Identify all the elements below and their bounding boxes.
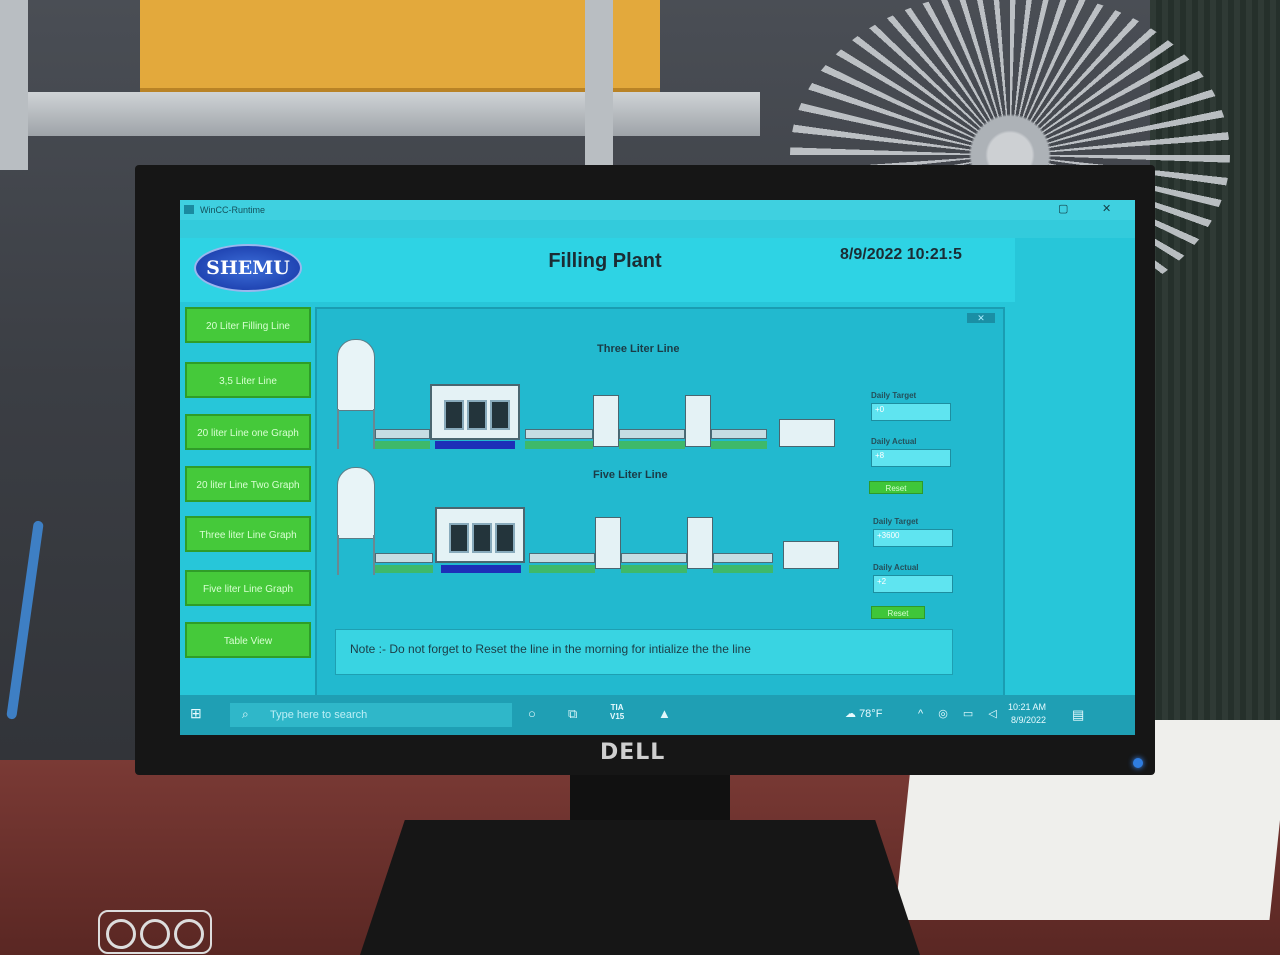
three-daily-actual-label: Daily Actual <box>871 437 917 446</box>
shelf-post <box>585 0 613 170</box>
power-led-icon[interactable] <box>1133 758 1143 768</box>
three-liter-line-title: Three Liter Line <box>597 343 680 355</box>
conveyor <box>375 553 433 563</box>
monitor-logo: DELL <box>600 740 666 765</box>
conveyor <box>375 429 430 439</box>
capping-machine <box>685 395 711 447</box>
conveyor <box>529 553 595 563</box>
shelf <box>0 92 760 136</box>
filling-machine-base <box>435 441 515 449</box>
brand-logo: SHEMU <box>194 244 302 292</box>
window-titlebar: WinCC-Runtime ▢ ✕ <box>180 200 1135 221</box>
menu-strip <box>180 220 1135 238</box>
conveyor <box>621 553 687 563</box>
conveyor <box>711 429 767 439</box>
weather-temp: 78°F <box>859 708 883 720</box>
taskbar-clock[interactable]: 10:21 AM 8/9/2022 <box>1008 701 1046 727</box>
close-button[interactable]: ✕ <box>1102 202 1111 215</box>
panel-close-button[interactable]: ✕ <box>967 313 995 323</box>
app-icon <box>184 205 194 214</box>
filling-machine <box>430 384 520 440</box>
conveyor-base <box>375 441 430 449</box>
five-reset-button[interactable]: Reset <box>871 606 925 619</box>
wincc-icon[interactable]: ▲ <box>658 706 671 721</box>
three-daily-actual-field[interactable]: +8 <box>871 449 951 467</box>
capping-machine <box>593 395 619 447</box>
taskbar: ⊞ Type here to search ⌕ ○ ⧉ TIA V15 ▲ ☁ … <box>180 695 1135 735</box>
clock-date: 8/9/2022 <box>1010 715 1047 725</box>
tia-portal-icon[interactable]: TIA V15 <box>610 703 624 721</box>
tia-version-label: V15 <box>610 712 625 721</box>
five-liter-line-title: Five Liter Line <box>593 469 668 481</box>
conveyor-base <box>529 565 595 573</box>
nav-20-liter-line-two-graph[interactable]: 20 liter Line Two Graph <box>185 466 311 502</box>
monitor-stand-base <box>360 820 920 955</box>
nav-three-liter-line-graph[interactable]: Three liter Line Graph <box>185 516 311 552</box>
clock-time: 10:21 AM <box>1008 702 1047 712</box>
nav-3-5-liter-line[interactable]: 3,5 Liter Line <box>185 362 311 398</box>
conveyor-base <box>619 441 685 449</box>
three-reset-button[interactable]: Reset <box>869 481 923 494</box>
cortana-icon[interactable]: ○ <box>528 706 536 721</box>
line-overview-panel: ✕ Three Liter Line Daily Target +0 Daily… <box>315 307 1005 697</box>
nav-20-liter-line-one-graph[interactable]: 20 liter Line one Graph <box>185 414 311 450</box>
taskbar-search-input[interactable]: Type here to search <box>230 703 512 727</box>
five-daily-actual-label: Daily Actual <box>873 563 919 572</box>
tia-label: TIA <box>610 703 624 712</box>
nav-20-liter-filling-line[interactable]: 20 Liter Filling Line <box>185 307 311 343</box>
system-tray-icons[interactable]: ^ ◎ ▭ ◁ <box>918 707 1003 720</box>
conveyor-base <box>713 565 773 573</box>
silo-tank <box>337 339 375 411</box>
conveyor-base <box>375 565 433 573</box>
shelf-post <box>0 0 28 170</box>
five-daily-target-field[interactable]: +3600 <box>873 529 953 547</box>
labeling-machine <box>779 419 835 447</box>
three-daily-target-label: Daily Target <box>871 391 917 400</box>
filling-machine-base <box>441 565 521 573</box>
conveyor-base <box>621 565 687 573</box>
task-view-icon[interactable]: ⧉ <box>568 706 577 722</box>
page-title: Filling Plant <box>548 250 662 272</box>
notification-icon[interactable]: ▤ <box>1072 707 1084 723</box>
five-daily-target-label: Daily Target <box>873 517 919 526</box>
conveyor <box>525 429 593 439</box>
capping-machine <box>595 517 621 569</box>
conveyor <box>713 553 773 563</box>
capping-machine <box>687 517 713 569</box>
nav-table-view[interactable]: Table View <box>185 622 311 658</box>
nav-five-liter-line-graph[interactable]: Five liter Line Graph <box>185 570 311 606</box>
labeling-machine <box>783 541 839 569</box>
weather-widget[interactable]: ☁ 78°F <box>845 707 882 720</box>
conveyor-base <box>525 441 593 449</box>
silo-legs <box>337 535 375 575</box>
shelf-box <box>140 0 660 92</box>
search-icon: ⌕ <box>242 707 249 721</box>
screen: WinCC-Runtime ▢ ✕ SHEMU Filling Plant 8/… <box>180 200 1135 735</box>
maximize-button[interactable]: ▢ <box>1058 202 1068 215</box>
conveyor-base <box>711 441 767 449</box>
three-daily-target-field[interactable]: +0 <box>871 403 951 421</box>
five-daily-actual-field[interactable]: +2 <box>873 575 953 593</box>
windows-start-icon[interactable]: ⊞ <box>190 705 202 722</box>
camera-lens-icon <box>98 910 212 954</box>
header-datetime: 8/9/2022 10:21:5 <box>840 246 962 263</box>
silo-legs <box>337 409 375 449</box>
window-title: WinCC-Runtime <box>200 205 266 215</box>
silo-tank <box>337 467 375 539</box>
conveyor <box>619 429 685 439</box>
reset-note: Note :- Do not forget to Reset the line … <box>335 629 953 675</box>
filling-machine <box>435 507 525 563</box>
